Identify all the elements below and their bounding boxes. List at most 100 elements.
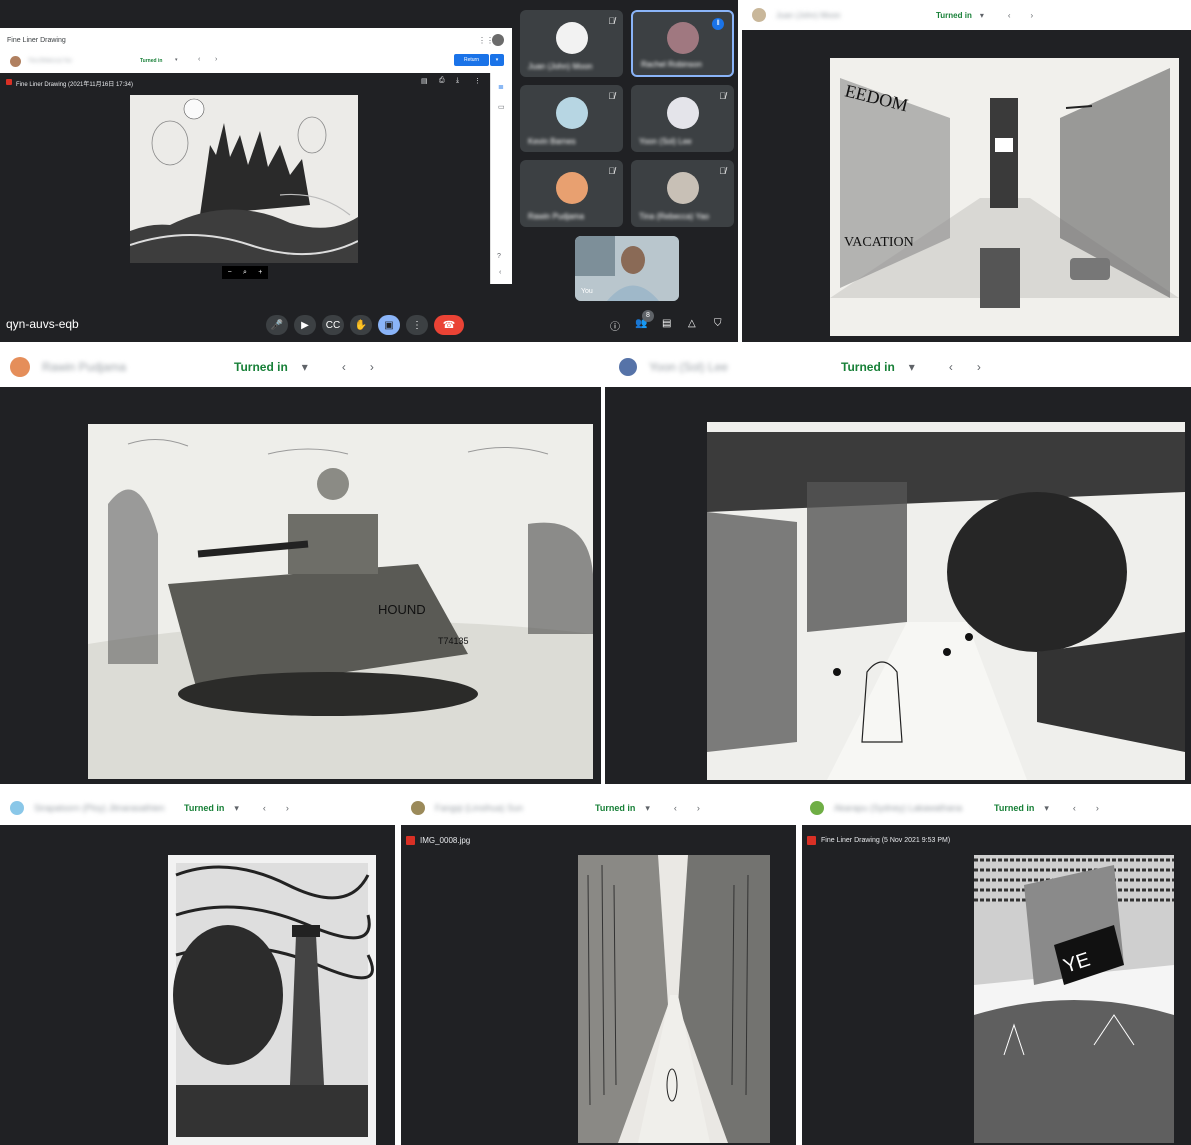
status-dropdown[interactable]: Turned in ▾ bbox=[234, 360, 308, 374]
status-turned-in: Turned in bbox=[841, 360, 895, 374]
status-turned-in: Turned in bbox=[184, 803, 225, 813]
participant-tile[interactable]: 🎙̸ Tina (Rebecca) Yao bbox=[631, 160, 734, 227]
muted-mic-icon: 🎙̸ bbox=[719, 166, 726, 176]
student-name: Tina (Rebecca) Yao bbox=[28, 58, 72, 64]
status-dropdown-icon[interactable]: ▾ bbox=[175, 57, 178, 63]
prev-student-icon[interactable]: ‹ bbox=[342, 360, 346, 374]
zoom-out-icon[interactable]: − bbox=[228, 269, 232, 276]
participant-name: Kevin Barnes bbox=[528, 137, 576, 146]
participant-name: Tina (Rebecca) Yao bbox=[639, 212, 710, 221]
prev-student-icon[interactable]: ‹ bbox=[263, 803, 266, 813]
collapse-rail-icon[interactable]: ‹ bbox=[499, 269, 501, 276]
next-student-icon[interactable]: › bbox=[370, 360, 374, 374]
next-student-icon[interactable]: › bbox=[697, 803, 700, 813]
host-controls-icon[interactable]: ⛉ bbox=[714, 318, 722, 329]
camera-button[interactable]: ▶ bbox=[294, 315, 316, 335]
meet-window: Fine Liner Drawing ⋮ ⋮ Tina (Rebecca) Yao… bbox=[0, 0, 738, 342]
captions-button[interactable]: CC bbox=[322, 315, 344, 335]
participant-tile[interactable]: 🎙̸ Kevin Barnes bbox=[520, 85, 623, 152]
return-options-button[interactable]: ▾ bbox=[490, 54, 504, 66]
village-drawing bbox=[707, 422, 1185, 780]
city-drawing: EEDOM VACATION bbox=[830, 58, 1179, 336]
comment-icon[interactable]: ▤ bbox=[421, 77, 428, 85]
chevron-down-icon: ▾ bbox=[979, 10, 984, 20]
self-view-tile[interactable]: You bbox=[575, 236, 679, 301]
next-student-icon[interactable]: › bbox=[286, 803, 289, 813]
participant-name: Rawin Pudjama bbox=[528, 212, 585, 221]
student-avatar bbox=[619, 358, 637, 376]
student-name: Sirapatsorn (Ploy) Jitnarasathien bbox=[34, 803, 165, 813]
student-avatar bbox=[10, 357, 30, 377]
student-name: Akarapu (Sydney) Lakawathana bbox=[834, 803, 963, 813]
end-call-button[interactable]: ☎ bbox=[434, 315, 464, 335]
activities-icon[interactable]: △ bbox=[688, 318, 696, 329]
participant-tile[interactable]: 🎙̸ Yoon (Sol) Lee bbox=[631, 85, 734, 152]
present-button[interactable]: ▣ bbox=[378, 315, 400, 335]
participant-name: Juan (John) Moon bbox=[528, 62, 593, 71]
status-turned-in: Turned in bbox=[994, 803, 1035, 813]
tank-drawing: HOUND T74135 bbox=[88, 424, 593, 779]
status-dropdown[interactable]: Turned in ▾ bbox=[841, 360, 915, 374]
muted-mic-icon: 🎙̸ bbox=[608, 91, 615, 101]
participant-tile[interactable]: 🎙̸ Juan (John) Moon bbox=[520, 10, 623, 77]
prev-student-icon[interactable]: ‹ bbox=[1073, 803, 1076, 813]
more-vert-icon[interactable]: ⋮ bbox=[474, 77, 481, 85]
comments-rail-icon[interactable]: ▭ bbox=[498, 103, 505, 111]
svg-text:VACATION: VACATION bbox=[844, 235, 914, 250]
participant-name: Rachel Robinson bbox=[641, 60, 702, 69]
classroom-header: Fine Liner Drawing ⋮⋮ Tina (Rebecca) Yao… bbox=[0, 28, 512, 72]
submission-viewer: Fine Liner Drawing (5 Nov 2021 9:53 PM) … bbox=[802, 825, 1191, 1145]
next-student-icon[interactable]: › bbox=[215, 56, 217, 63]
next-student-icon[interactable]: › bbox=[1031, 11, 1034, 20]
status-dropdown[interactable]: Turned in ▾ bbox=[184, 803, 239, 814]
zoom-in-icon[interactable]: + bbox=[258, 269, 262, 276]
status-turned-in: Turned in bbox=[936, 10, 972, 20]
next-student-icon[interactable]: › bbox=[1096, 803, 1099, 813]
file-header: Fine Liner Drawing (5 Nov 2021 9:53 PM) bbox=[807, 836, 950, 845]
prev-student-icon[interactable]: ‹ bbox=[1008, 11, 1011, 20]
prev-student-icon[interactable]: ‹ bbox=[949, 360, 953, 374]
avatar bbox=[666, 97, 699, 130]
pdf-icon bbox=[6, 79, 12, 85]
help-icon[interactable]: ? bbox=[497, 253, 501, 260]
submission-header: Fangqi (Linsihua) Sun Turned in ▾ ‹ › bbox=[401, 792, 796, 824]
submission-header: Akarapu (Sydney) Lakawathana Turned in ▾… bbox=[802, 792, 1191, 824]
prev-student-icon[interactable]: ‹ bbox=[674, 803, 677, 813]
submission-viewer: HOUND T74135 bbox=[0, 387, 601, 784]
more-options-button[interactable]: ⋮ bbox=[406, 315, 428, 335]
student-name: Fangqi (Linsihua) Sun bbox=[435, 803, 524, 813]
student-avatar bbox=[10, 56, 21, 67]
pdf-icon bbox=[807, 836, 816, 845]
avatar bbox=[555, 22, 588, 55]
status-turned-in: Turned in bbox=[140, 58, 163, 64]
zoom-controls: − ⌕ + bbox=[222, 266, 268, 279]
participant-tile-speaking[interactable]: ⦀ Rachel Robinson bbox=[631, 10, 734, 77]
people-count-badge: 8 bbox=[642, 310, 654, 322]
student-name: Rawin Pudjama bbox=[42, 360, 127, 374]
avatar bbox=[666, 22, 699, 55]
avatar bbox=[666, 172, 699, 205]
poster-drawing: YE bbox=[974, 855, 1174, 1143]
prev-student-icon[interactable]: ‹ bbox=[198, 56, 200, 63]
status-turned-in: Turned in bbox=[234, 360, 288, 374]
status-dropdown[interactable]: Turned in ▾ bbox=[994, 803, 1049, 814]
speaking-indicator-icon: ⦀ bbox=[712, 18, 724, 30]
lighthouse-drawing bbox=[168, 855, 376, 1145]
print-icon[interactable]: ⎙ bbox=[439, 77, 445, 85]
mic-button[interactable]: 🎤 bbox=[266, 315, 288, 335]
student-avatar bbox=[810, 801, 824, 815]
info-icon[interactable]: ⓘ bbox=[610, 318, 620, 333]
svg-text:HOUND: HOUND bbox=[378, 602, 426, 617]
download-icon[interactable]: ⤓ bbox=[456, 77, 459, 85]
rubric-icon[interactable]: ≣ bbox=[498, 83, 504, 91]
return-button[interactable]: Return bbox=[454, 54, 489, 66]
account-avatar[interactable] bbox=[492, 34, 504, 46]
forest-path-drawing bbox=[578, 855, 770, 1143]
status-dropdown[interactable]: Turned in ▾ bbox=[936, 11, 984, 20]
status-dropdown[interactable]: Turned in ▾ bbox=[595, 803, 650, 814]
next-student-icon[interactable]: › bbox=[977, 360, 981, 374]
chevron-down-icon: ▾ bbox=[234, 802, 239, 813]
raise-hand-button[interactable]: ✋ bbox=[350, 315, 372, 335]
participant-tile[interactable]: 🎙̸ Rawin Pudjama bbox=[520, 160, 623, 227]
chat-icon[interactable]: ▤ bbox=[662, 318, 671, 329]
